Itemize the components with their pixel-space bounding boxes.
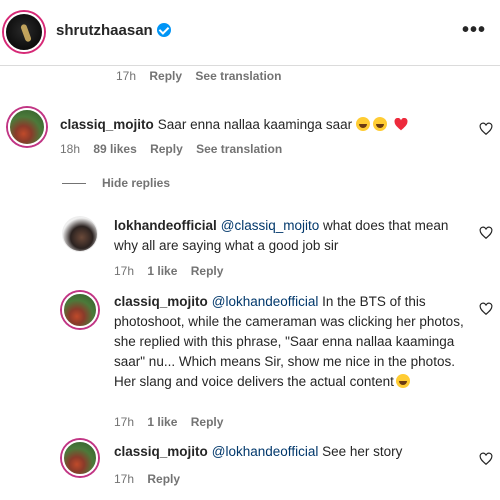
reply-time: 17h (114, 472, 135, 486)
comment-body: classiq_mojito Saar enna nallaa kaaminga … (60, 115, 470, 135)
laughing-emoji-icon (355, 117, 370, 131)
comment-meta: 18h 89 likes Reply See translation (60, 142, 292, 156)
reply-username[interactable]: classiq_mojito (114, 294, 208, 309)
reply-likes[interactable]: 1 like (147, 264, 177, 278)
reply-mention[interactable]: @lokhandeofficial (212, 444, 319, 459)
comment-likes[interactable]: 89 likes (93, 142, 136, 156)
reply-body: lokhandeofficial @classiq_mojito what doe… (114, 216, 464, 256)
comment-reply-button[interactable]: Reply (150, 142, 183, 156)
like-reply-heart-icon[interactable] (479, 452, 493, 466)
reply-body: classiq_mojito @lokhandeofficial See her … (114, 442, 470, 462)
caption-meta: 17h Reply See translation (116, 69, 291, 83)
caption-reply-button[interactable]: Reply (149, 69, 182, 83)
reply-avatar[interactable] (62, 440, 98, 476)
reply-meta: 17h 1 like Reply (114, 415, 233, 429)
reply-meta: 17h Reply (114, 472, 190, 486)
like-reply-heart-icon[interactable] (479, 302, 493, 316)
reply-text: See her story (318, 444, 403, 459)
post-header: shrutzhaasan ••• (0, 0, 500, 66)
reply-username[interactable]: classiq_mojito (114, 444, 208, 459)
laughing-emoji-icon (372, 117, 387, 131)
reply-likes[interactable]: 1 like (147, 415, 177, 429)
caption-see-translation-button[interactable]: See translation (195, 69, 281, 83)
reply-avatar[interactable] (62, 292, 98, 328)
reply-reply-button[interactable]: Reply (147, 472, 180, 486)
comment-see-translation-button[interactable]: See translation (196, 142, 282, 156)
red-heart-emoji-icon (394, 118, 408, 131)
reply-reply-button[interactable]: Reply (191, 415, 224, 429)
reply-meta: 17h 1 like Reply (114, 264, 233, 278)
reply-time: 17h (114, 264, 135, 278)
hide-replies-button[interactable]: Hide replies (62, 176, 170, 190)
commenter-avatar[interactable] (8, 108, 46, 146)
reply-mention[interactable]: @classiq_mojito (221, 218, 320, 233)
like-reply-heart-icon[interactable] (479, 226, 493, 240)
verified-badge-icon (156, 23, 171, 37)
reply-reply-button[interactable]: Reply (191, 264, 224, 278)
reply-avatar[interactable] (62, 216, 98, 252)
caption-time: 17h (116, 69, 137, 83)
author-avatar[interactable] (4, 12, 44, 52)
more-options-icon[interactable]: ••• (462, 20, 486, 40)
replies-divider-line (62, 182, 86, 184)
comment-time: 18h (60, 142, 81, 156)
reply-time: 17h (114, 415, 135, 429)
comment-text: Saar enna nallaa kaaminga saar (157, 117, 353, 132)
author-username[interactable]: shrutzhaasan (56, 22, 171, 39)
comment-username[interactable]: classiq_mojito (60, 117, 154, 132)
reply-username[interactable]: lokhandeofficial (114, 218, 217, 233)
reply-body: classiq_mojito @lokhandeofficial In the B… (114, 292, 470, 392)
reply-mention[interactable]: @lokhandeofficial (212, 294, 319, 309)
like-comment-heart-icon[interactable] (479, 122, 493, 136)
laughing-emoji-icon (395, 374, 410, 388)
